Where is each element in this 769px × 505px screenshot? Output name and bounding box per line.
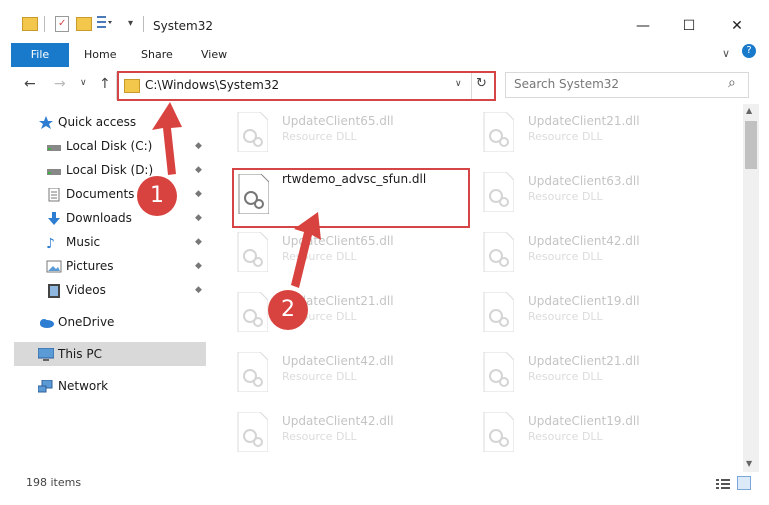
scroll-down-icon[interactable]: ▼: [746, 459, 752, 468]
scroll-up-icon[interactable]: ▲: [746, 106, 752, 115]
step-marker-2: 2: [268, 290, 308, 330]
scrollbar-thumb[interactable]: [745, 121, 757, 169]
step-marker-1: 1: [137, 176, 177, 216]
details-view-icon[interactable]: [716, 478, 730, 490]
annotation-arrows: [152, 102, 321, 288]
large-icons-view-icon[interactable]: [737, 476, 751, 490]
arrow-to-address: [152, 102, 182, 175]
arrow-to-file: [291, 212, 321, 288]
status-item-count: 198 items: [26, 476, 82, 489]
